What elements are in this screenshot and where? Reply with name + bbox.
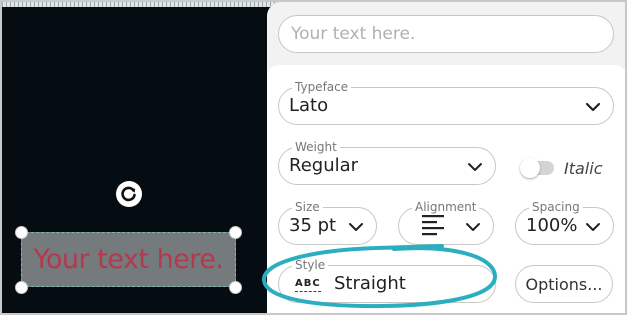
resize-handle-top-left[interactable] <box>15 226 28 239</box>
spacing-label: Spacing <box>529 200 583 214</box>
typeface-value: Lato <box>289 95 329 116</box>
italic-label: Italic <box>564 159 603 178</box>
resize-handle-bottom-right[interactable] <box>229 281 242 294</box>
chevron-down-icon <box>468 163 482 171</box>
text-selection-box[interactable]: Your text here. <box>21 232 236 287</box>
design-canvas[interactable]: Your text here. <box>2 2 292 313</box>
spacing-select[interactable]: Spacing 100% <box>515 200 614 245</box>
screenshot-frame: Your text here. Typeface Lato Weight Reg… <box>0 0 627 315</box>
rotate-icon <box>121 186 136 202</box>
resize-handle-top-right[interactable] <box>229 226 242 239</box>
italic-toggle[interactable] <box>520 158 554 178</box>
ruler-strip <box>2 2 292 7</box>
chevron-down-icon <box>466 223 480 231</box>
align-left-icon <box>422 215 444 236</box>
spacing-value: 100% <box>526 215 578 236</box>
style-value: Straight <box>334 273 406 294</box>
options-button[interactable]: Options... <box>515 265 613 303</box>
text-content-input[interactable] <box>278 15 614 53</box>
canvas-text-object[interactable]: Your text here. <box>22 233 235 286</box>
style-label: Style <box>292 258 329 272</box>
chevron-down-icon <box>585 102 601 112</box>
size-value: 35 pt <box>289 215 337 236</box>
size-select[interactable]: Size 35 pt <box>278 200 377 245</box>
alignment-label: Alignment <box>412 200 480 214</box>
rotate-handle[interactable] <box>116 181 142 207</box>
chevron-down-icon <box>586 223 600 231</box>
typeface-label: Typeface <box>292 80 352 94</box>
resize-handle-bottom-left[interactable] <box>15 281 28 294</box>
weight-value: Regular <box>289 155 359 176</box>
typeface-select[interactable]: Typeface Lato <box>278 80 614 125</box>
text-style-straight-icon: ABC <box>295 278 321 292</box>
toggle-knob <box>520 158 540 178</box>
text-properties-panel: Typeface Lato Weight Regular Italic Size… <box>267 2 625 313</box>
chevron-down-icon <box>349 223 363 231</box>
alignment-select[interactable]: Alignment <box>398 200 494 245</box>
weight-label: Weight <box>292 140 340 154</box>
weight-select[interactable]: Weight Regular <box>278 140 496 185</box>
size-label: Size <box>292 200 323 214</box>
